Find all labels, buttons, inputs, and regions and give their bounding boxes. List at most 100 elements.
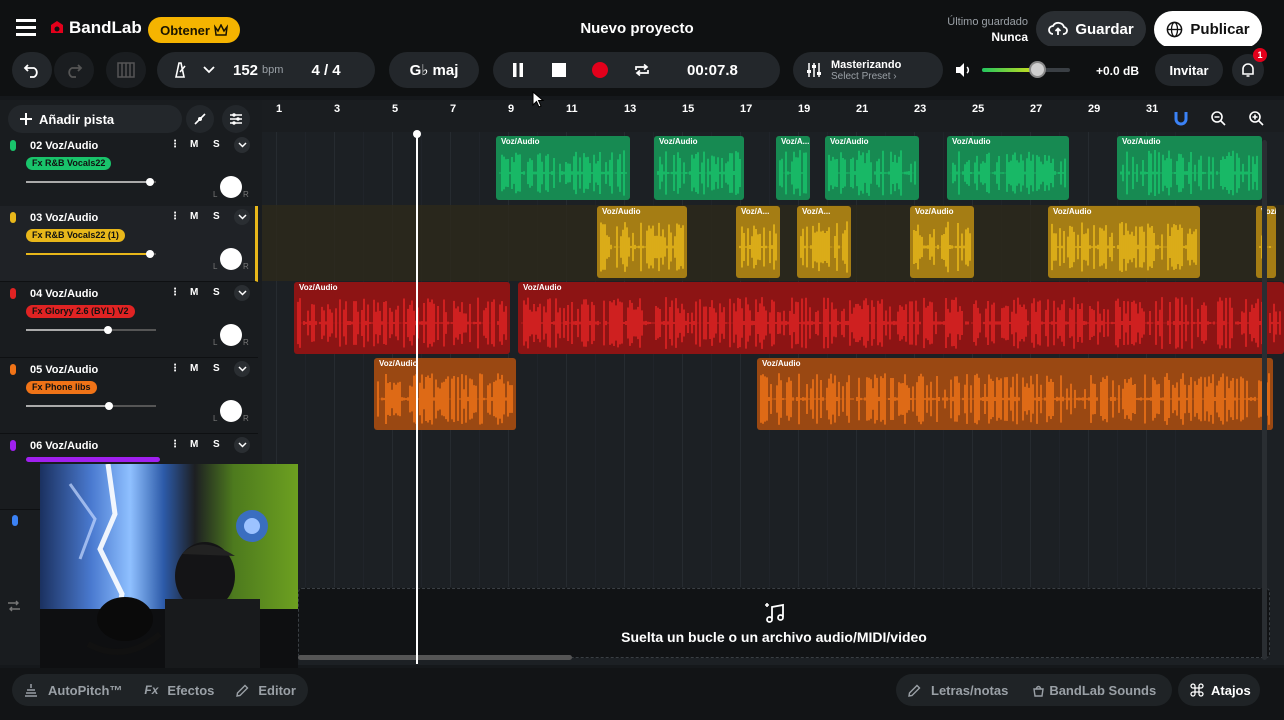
track-name[interactable]: 04 Voz/Audio bbox=[30, 288, 98, 300]
solo-button[interactable]: S bbox=[213, 363, 220, 374]
track-name[interactable]: 06 Voz/Audio bbox=[30, 440, 98, 452]
record-icon[interactable] bbox=[591, 61, 609, 79]
timeline-area[interactable]: 1 3 5 7 9 11 13 15 17 19 21 23 25 27 29 31 Voz/Audio Voz… bbox=[262, 100, 1284, 665]
track-name[interactable]: 05 Voz/Audio bbox=[30, 364, 98, 376]
chevron-down-icon[interactable] bbox=[234, 285, 250, 301]
audio-clip[interactable]: Voz/A... bbox=[736, 206, 780, 278]
track-volume-knob[interactable] bbox=[103, 326, 112, 334]
chevron-down-icon[interactable] bbox=[234, 137, 250, 153]
pan-knob[interactable] bbox=[220, 248, 242, 270]
pan-knob[interactable] bbox=[220, 176, 242, 198]
track-header[interactable]: 03 Voz/Audio ⋮ M S Fx R&B Vocals22 (1) L R bbox=[0, 206, 258, 282]
track-name[interactable]: 03 Voz/Audio bbox=[30, 212, 98, 224]
track-volume-slider[interactable] bbox=[26, 250, 156, 258]
drop-zone[interactable]: Suelta un bucle o un archivo audio/MIDI/… bbox=[298, 588, 1270, 658]
speaker-icon[interactable] bbox=[954, 62, 972, 78]
project-title[interactable]: Nuevo proyecto bbox=[560, 20, 714, 37]
stop-icon[interactable] bbox=[551, 62, 567, 78]
chevron-down-icon[interactable] bbox=[234, 437, 250, 453]
lyrics-button[interactable]: Letras/notas bbox=[908, 683, 1008, 698]
audio-clip[interactable]: Voz/Audio bbox=[597, 206, 687, 278]
track-header[interactable]: 02 Voz/Audio ⋮ M S Fx R&B Vocals22 L R bbox=[0, 134, 258, 210]
shortcuts-button[interactable]: Atajos bbox=[1178, 674, 1260, 706]
mute-button[interactable]: M bbox=[190, 211, 198, 222]
chevron-down-icon[interactable] bbox=[234, 361, 250, 377]
chevron-down-icon[interactable] bbox=[203, 66, 215, 74]
hamburger-menu-icon[interactable] bbox=[16, 19, 36, 36]
automation-button[interactable] bbox=[186, 105, 214, 133]
fx-badge[interactable]: Fx Gloryy 2.6 (BYL) V2 bbox=[26, 305, 135, 318]
playhead-handle[interactable] bbox=[413, 130, 421, 138]
audio-clip[interactable]: Voz/Audio bbox=[947, 136, 1069, 200]
audio-clip[interactable]: Voz/Audio bbox=[1117, 136, 1262, 200]
notifications-button[interactable]: 1 bbox=[1232, 48, 1267, 86]
audio-clip[interactable]: Voz/Audio bbox=[496, 136, 630, 200]
key-selector[interactable]: G♭ maj bbox=[389, 52, 479, 88]
pan-knob[interactable] bbox=[220, 324, 242, 346]
audio-clip[interactable]: Voz/Audio bbox=[910, 206, 974, 278]
publish-button[interactable]: Publicar bbox=[1154, 11, 1262, 48]
playhead[interactable] bbox=[416, 132, 418, 664]
audio-clip[interactable]: Voz/A... bbox=[797, 206, 851, 278]
zoom-in-icon[interactable] bbox=[1248, 110, 1264, 126]
mixer-toggle-icon[interactable] bbox=[7, 600, 21, 612]
pan-knob[interactable] bbox=[220, 400, 242, 422]
autopitch-button[interactable]: AutoPitch™ bbox=[24, 683, 122, 698]
track-header[interactable]: 04 Voz/Audio ⋮ M S Fx Gloryy 2.6 (BYL) V2 L R bbox=[0, 282, 258, 358]
bandlab-sounds-button[interactable]: BandLab Sounds bbox=[1032, 683, 1156, 698]
piano-keyboard-button[interactable] bbox=[106, 52, 146, 88]
track-header[interactable]: 05 Voz/Audio ⋮ M S Fx Phone libs L R bbox=[0, 358, 258, 434]
audio-clip[interactable]: Voz/Audio bbox=[518, 282, 1284, 354]
tracks-settings-button[interactable] bbox=[222, 105, 250, 133]
more-options-icon[interactable]: ⋮ bbox=[170, 363, 180, 374]
redo-button[interactable] bbox=[54, 52, 94, 88]
track-volume-knob[interactable] bbox=[105, 402, 114, 410]
add-track-button[interactable]: Añadir pista bbox=[8, 105, 182, 133]
fx-badge[interactable]: Fx R&B Vocals22 bbox=[26, 157, 112, 170]
invite-button[interactable]: Invitar bbox=[1155, 54, 1223, 86]
undo-button[interactable] bbox=[12, 52, 52, 88]
mastering-button[interactable]: Masterizando Select Preset › bbox=[793, 52, 943, 88]
fx-badge[interactable]: Fx Phone libs bbox=[26, 381, 97, 394]
track-volume-knob[interactable] bbox=[145, 250, 154, 258]
metronome-icon[interactable] bbox=[171, 61, 189, 79]
magnet-snap-icon[interactable] bbox=[1174, 110, 1188, 126]
master-volume-slider[interactable] bbox=[982, 61, 1070, 78]
more-options-icon[interactable]: ⋮ bbox=[170, 287, 180, 298]
track-volume-slider[interactable] bbox=[26, 178, 156, 186]
track-name[interactable]: 02 Voz/Audio bbox=[30, 140, 98, 152]
horizontal-scrollbar[interactable] bbox=[298, 655, 572, 660]
audio-clip[interactable]: Voz/Audio bbox=[374, 358, 516, 430]
solo-button[interactable]: S bbox=[213, 139, 220, 150]
audio-clip[interactable]: Voz/Audio bbox=[294, 282, 510, 354]
more-options-icon[interactable]: ⋮ bbox=[170, 139, 180, 150]
mute-button[interactable]: M bbox=[190, 439, 198, 450]
more-options-icon[interactable]: ⋮ bbox=[170, 439, 180, 450]
audio-clip[interactable]: Voz/Audio bbox=[757, 358, 1273, 430]
audio-clip[interactable]: Voz/Audio bbox=[825, 136, 919, 200]
track-volume-slider[interactable] bbox=[26, 326, 156, 334]
zoom-out-icon[interactable] bbox=[1210, 110, 1226, 126]
editor-button[interactable]: Editor bbox=[236, 683, 296, 698]
save-button[interactable]: Guardar bbox=[1036, 11, 1146, 47]
effects-button[interactable]: Fx Efectos bbox=[144, 683, 214, 698]
solo-button[interactable]: S bbox=[213, 211, 220, 222]
track-volume-slider[interactable] bbox=[26, 402, 156, 410]
fx-badge-empty[interactable] bbox=[26, 457, 160, 462]
bandlab-logo[interactable]: BandLab bbox=[48, 18, 142, 38]
solo-button[interactable]: S bbox=[213, 439, 220, 450]
audio-clip[interactable]: Voz/Audio bbox=[654, 136, 744, 200]
chevron-down-icon[interactable] bbox=[234, 209, 250, 225]
master-volume-knob[interactable] bbox=[1028, 61, 1046, 78]
audio-clip[interactable]: Voz/Audio bbox=[1048, 206, 1200, 278]
time-signature[interactable]: 4 / 4 bbox=[311, 62, 340, 79]
audio-clip[interactable]: Voz/A... bbox=[776, 136, 810, 200]
more-options-icon[interactable]: ⋮ bbox=[170, 211, 180, 222]
mute-button[interactable]: M bbox=[190, 363, 198, 374]
mute-button[interactable]: M bbox=[190, 287, 198, 298]
get-membership-button[interactable]: Obtener bbox=[148, 17, 240, 43]
fx-badge[interactable]: Fx R&B Vocals22 (1) bbox=[26, 229, 125, 242]
vertical-scrollbar[interactable] bbox=[1262, 140, 1267, 660]
ruler[interactable]: 1 3 5 7 9 11 13 15 17 19 21 23 25 27 29 31 bbox=[262, 100, 1284, 132]
mute-button[interactable]: M bbox=[190, 139, 198, 150]
